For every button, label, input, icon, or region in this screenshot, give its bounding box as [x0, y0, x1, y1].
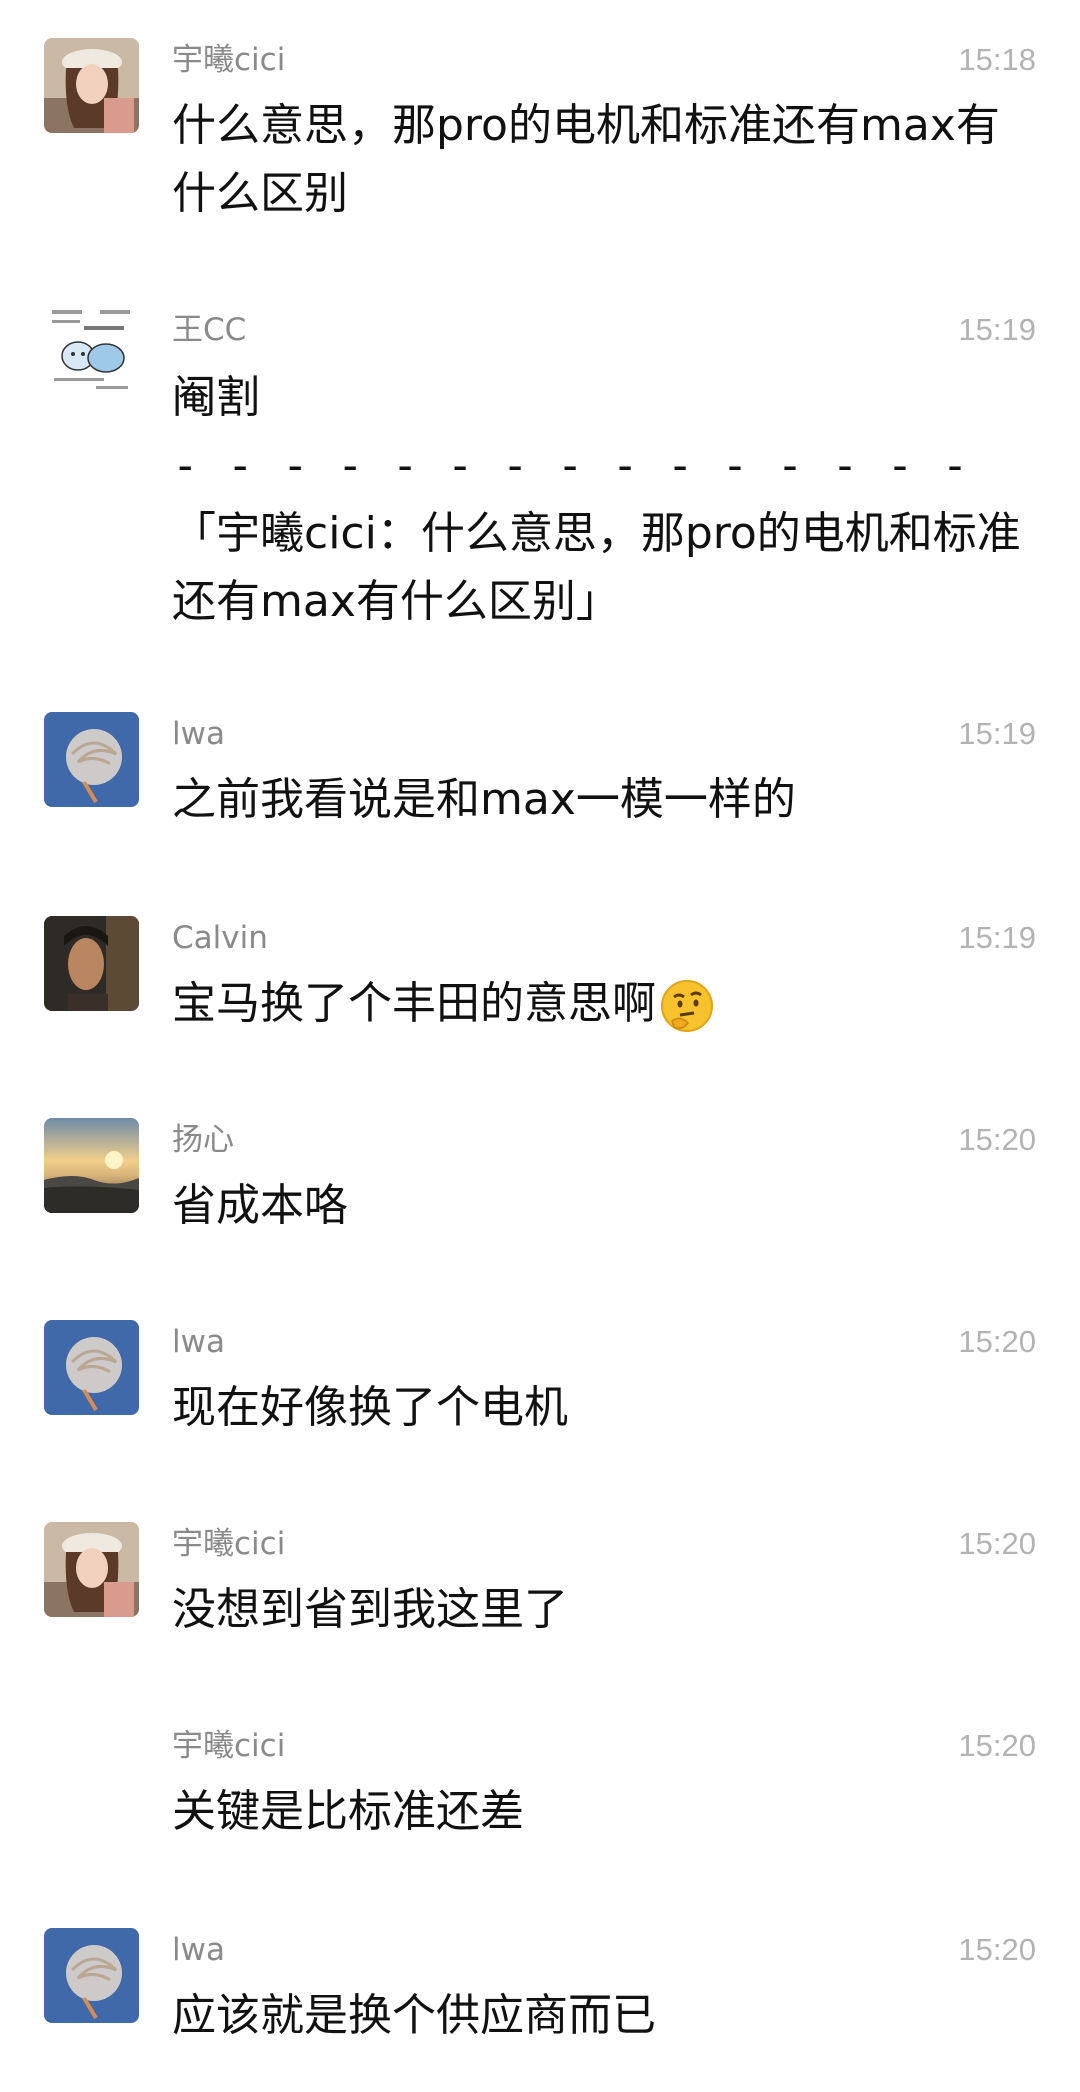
thinking-face-emoji [661, 980, 713, 1032]
avatar[interactable] [44, 300, 139, 395]
sender-name: 王CC [172, 312, 247, 348]
message-text: 应该就是换个供应商而已 [172, 1990, 656, 2041]
timestamp: 15:19 [958, 312, 1036, 347]
message-text: 现在好像换了个电机 [172, 1382, 568, 1433]
sender-name: lwa [172, 716, 225, 752]
sender-name: lwa [172, 1324, 225, 1360]
message-text: 关键是比标准还差 [172, 1786, 524, 1837]
avatar[interactable] [44, 1320, 139, 1415]
avatar[interactable] [44, 1522, 139, 1617]
avatar[interactable] [44, 38, 139, 133]
avatar[interactable] [44, 712, 139, 807]
sender-name: 扬心 [172, 1122, 234, 1158]
quoted-message[interactable]: 「宇曦cici：什么意思，那pro的电机和标准还有max有什么区别」 [172, 500, 1040, 636]
sender-name: 宇曦cici [172, 1526, 286, 1562]
timestamp: 15:20 [958, 1324, 1036, 1359]
timestamp: 15:19 [958, 716, 1036, 751]
sender-name: Calvin [172, 920, 268, 956]
message-text: 什么意思，那pro的电机和标准还有max有什么区别 [172, 100, 1000, 219]
avatar[interactable] [44, 1118, 139, 1213]
blue-swirl-avatar [44, 1320, 139, 1415]
cartoon-sticker-avatar [44, 300, 139, 395]
man-portrait-avatar [44, 916, 139, 1011]
woman-with-cap-avatar [44, 1522, 139, 1617]
quote-separator: - - - - - - - - - - - - - - - [172, 440, 970, 491]
message-text: 之前我看说是和max一模一样的 [172, 774, 796, 825]
message-text: 省成本咯 [172, 1180, 348, 1231]
timestamp: 15:19 [958, 920, 1036, 955]
avatar[interactable] [44, 916, 139, 1011]
timestamp: 15:20 [958, 1122, 1036, 1157]
blue-swirl-avatar [44, 1928, 139, 2023]
message-text: 阉割 [172, 372, 260, 423]
timestamp: 15:18 [958, 42, 1036, 77]
sender-name: 宇曦cici [172, 1728, 286, 1764]
sender-name: lwa [172, 1932, 225, 1968]
sender-name: 宇曦cici [172, 42, 286, 78]
timestamp: 15:20 [958, 1932, 1036, 1967]
message-text-content: 宝马换了个丰田的意思啊 [172, 978, 656, 1029]
sunrise-landscape-avatar [44, 1118, 139, 1213]
avatar[interactable] [44, 1928, 139, 2023]
woman-with-cap-avatar [44, 38, 139, 133]
timestamp: 15:20 [958, 1728, 1036, 1763]
timestamp: 15:20 [958, 1526, 1036, 1561]
message-text: 宝马换了个丰田的意思啊 [172, 970, 1040, 1038]
message-text: 没想到省到我这里了 [172, 1584, 568, 1635]
blue-swirl-avatar [44, 712, 139, 807]
